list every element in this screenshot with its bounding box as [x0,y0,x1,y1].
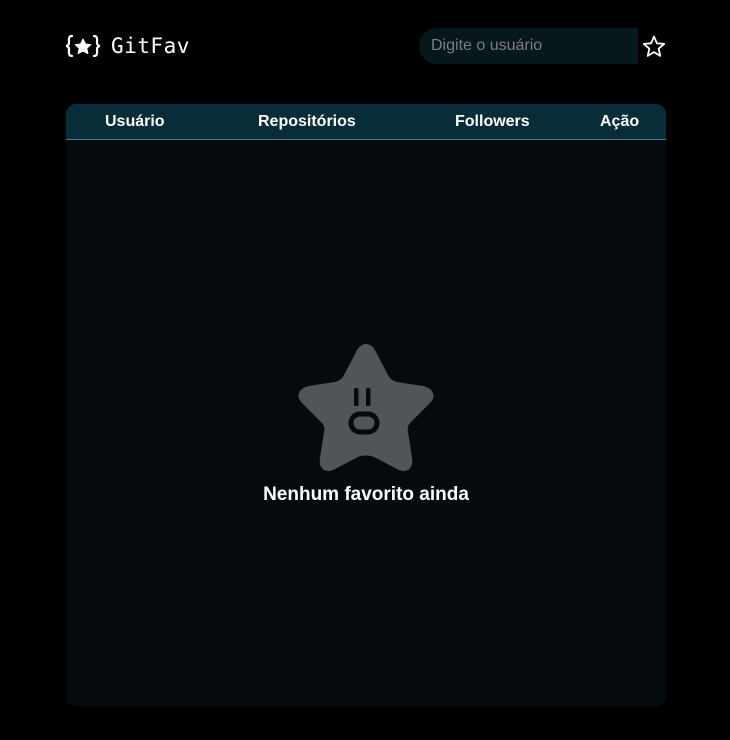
sad-star-icon [298,344,434,471]
app: GitFav Usuário Repositórios Followers Aç… [0,0,730,740]
favorites-table: Usuário Repositórios Followers Ação Nenh… [66,104,666,707]
search-box [419,28,638,64]
column-header-repositories: Repositórios [258,113,356,130]
column-header-user: Usuário [105,113,165,130]
search-input[interactable] [419,28,638,64]
logo: GitFav [65,34,190,58]
table-header: Usuário Repositórios Followers Ação [66,104,666,140]
add-favorite-button[interactable] [641,34,667,60]
empty-state-message: Nenhum favorito ainda [263,484,469,505]
column-header-action: Ação [600,113,640,130]
star-outline-icon [642,35,666,57]
column-header-followers: Followers [455,113,530,130]
empty-state: Nenhum favorito ainda [66,340,666,506]
logo-text: GitFav [111,34,190,58]
braces-star-icon [65,34,101,58]
